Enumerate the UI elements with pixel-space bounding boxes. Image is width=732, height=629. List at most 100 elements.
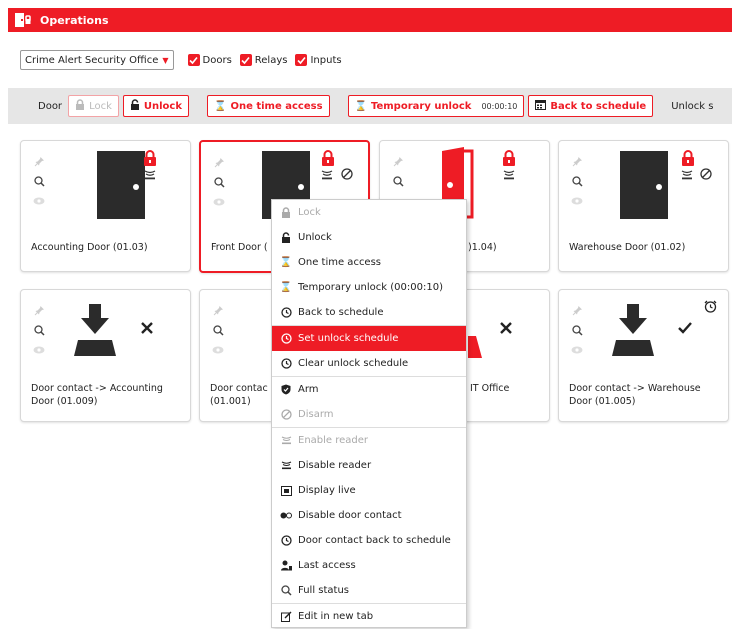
chevron-down-icon: ▼ — [162, 55, 169, 65]
menu-item-label: Edit in new tab — [298, 611, 374, 622]
eye-icon[interactable] — [32, 340, 46, 360]
menu-item-clear-unlock-schedule[interactable]: Clear unlock schedule — [272, 351, 466, 376]
back-to-schedule-label: Back to schedule — [550, 100, 647, 112]
zoom-icon[interactable] — [570, 171, 584, 191]
pin-icon[interactable] — [32, 300, 46, 320]
menu-item-disarm[interactable]: Disarm — [272, 402, 466, 427]
input-contact-icon — [74, 304, 116, 356]
zoom-icon[interactable] — [212, 172, 226, 192]
lock-button[interactable]: Lock — [68, 95, 119, 117]
menu-item-label: Last access — [298, 560, 356, 571]
menu-item-lock[interactable]: Lock — [272, 200, 466, 225]
inactive-x-icon — [500, 322, 512, 334]
menu-item-last-access[interactable]: Last access — [272, 553, 466, 578]
inputs-checkbox[interactable]: Inputs — [295, 54, 342, 66]
temporary-unlock-label: Temporary unlock — [370, 100, 472, 112]
door-card-warehouse[interactable]: Warehouse Door (01.02) — [558, 140, 729, 272]
menu-item-back-to-schedule[interactable]: Back to schedule — [272, 300, 466, 325]
page-title: Operations — [40, 13, 109, 27]
one-time-access-button[interactable]: ⌛ One time access — [207, 95, 330, 117]
clock-icon — [280, 535, 292, 546]
menu-item-label: One time access — [298, 257, 382, 268]
zoom-icon[interactable] — [32, 171, 46, 191]
relays-checkbox[interactable]: Relays — [239, 54, 288, 66]
pin-icon[interactable] — [32, 151, 46, 171]
input-card-warehouse[interactable]: Door contact -> Warehouse Door (01.005) — [558, 289, 729, 422]
menu-item-disable-door-contact[interactable]: Disable door contact — [272, 503, 466, 528]
zoom-icon[interactable] — [211, 320, 225, 340]
pin-icon[interactable] — [212, 152, 226, 172]
reader-icon — [280, 436, 292, 445]
menu-item-label: Display live — [298, 485, 356, 496]
clock-icon — [280, 307, 292, 318]
monitor-icon — [280, 485, 292, 496]
doors-checkbox[interactable]: Doors — [187, 54, 232, 66]
unlock-icon — [280, 232, 292, 243]
reader-icon — [681, 170, 693, 180]
zoom-icon[interactable] — [570, 320, 584, 340]
lock-status-icon — [322, 150, 334, 166]
lock-button-label: Lock — [89, 100, 112, 112]
temporary-unlock-button[interactable]: ⌛ Temporary unlock 00:00:10 — [347, 95, 525, 117]
door-card-accounting[interactable]: Accounting Door (01.03) — [20, 140, 191, 272]
reader-icon — [144, 170, 156, 180]
input-card-accounting[interactable]: Door contact -> Accounting Door (01.009) — [20, 289, 191, 422]
menu-item-label: Clear unlock schedule — [298, 358, 409, 369]
relays-checkbox-label: Relays — [254, 54, 288, 66]
eye-icon[interactable] — [570, 340, 584, 360]
lock-icon — [280, 207, 292, 218]
eye-icon[interactable] — [32, 191, 46, 211]
pin-icon[interactable] — [570, 300, 584, 320]
menu-item-arm[interactable]: Arm — [272, 377, 466, 402]
card-name: Warehouse Door (01.02) — [569, 242, 686, 253]
menu-item-edit-in-new-tab[interactable]: Edit in new tab — [272, 604, 466, 629]
card-name: IT Office — [470, 383, 510, 394]
menu-item-full-status[interactable]: Full status — [272, 578, 466, 603]
card-name: Accounting Door (01.03) — [31, 242, 148, 253]
reader-icon — [280, 461, 292, 470]
menu-item-label: Back to schedule — [298, 307, 384, 318]
check-icon — [239, 54, 252, 66]
doors-checkbox-label: Doors — [202, 54, 232, 66]
temporary-unlock-time: 00:00:10 — [481, 101, 518, 111]
menu-item-display-live[interactable]: Display live — [272, 478, 466, 503]
card-name: Door contact -> Accounting Door (01.009) — [31, 383, 163, 407]
unlock-button[interactable]: Unlock — [122, 95, 189, 117]
pin-icon[interactable] — [570, 151, 584, 171]
reader-icon — [503, 170, 515, 180]
menu-item-unlock[interactable]: Unlock — [272, 225, 466, 250]
pin-icon[interactable] — [211, 300, 225, 320]
menu-item-door-contact-back-to-schedule[interactable]: Door contact back to schedule — [272, 528, 466, 553]
hourglass-icon: ⌛ — [354, 100, 367, 112]
eye-icon[interactable] — [212, 192, 226, 212]
disarmed-icon — [341, 168, 353, 180]
app-header: Operations — [8, 8, 732, 32]
site-select-value: Crime Alert Security Office — [25, 54, 159, 66]
zoom-icon[interactable] — [32, 320, 46, 340]
menu-item-set-unlock-schedule[interactable]: Set unlock schedule — [272, 326, 466, 351]
menu-item-disable-reader[interactable]: Disable reader — [272, 453, 466, 478]
back-to-schedule-button[interactable]: Back to schedule — [528, 95, 654, 117]
zoom-icon[interactable] — [391, 171, 405, 191]
unlock-section-label: Unlock s — [671, 100, 714, 112]
menu-item-one-time-access[interactable]: ⌛ One time access — [272, 250, 466, 275]
eye-icon[interactable] — [211, 340, 225, 360]
card-name: )1.04) — [468, 242, 497, 253]
pin-icon[interactable] — [391, 151, 405, 171]
closed-door-icon — [97, 151, 145, 219]
site-select[interactable]: Crime Alert Security Office ▼ — [20, 50, 174, 70]
menu-item-temporary-unlock[interactable]: ⌛ Temporary unlock (00:00:10) — [272, 275, 466, 300]
toggle-icon — [280, 512, 292, 519]
eye-icon[interactable] — [570, 191, 584, 211]
menu-item-label: Unlock — [298, 232, 332, 243]
hourglass-icon: ⌛ — [279, 282, 293, 293]
disarmed-icon — [700, 168, 712, 180]
closed-door-icon — [620, 151, 668, 219]
menu-item-label: Arm — [298, 384, 319, 395]
clock-icon — [280, 333, 292, 344]
menu-item-enable-reader[interactable]: Enable reader — [272, 428, 466, 453]
user-icon — [280, 560, 292, 571]
check-mark-icon — [678, 322, 692, 334]
door-label: Door — [38, 100, 63, 112]
hourglass-icon: ⌛ — [279, 257, 293, 268]
